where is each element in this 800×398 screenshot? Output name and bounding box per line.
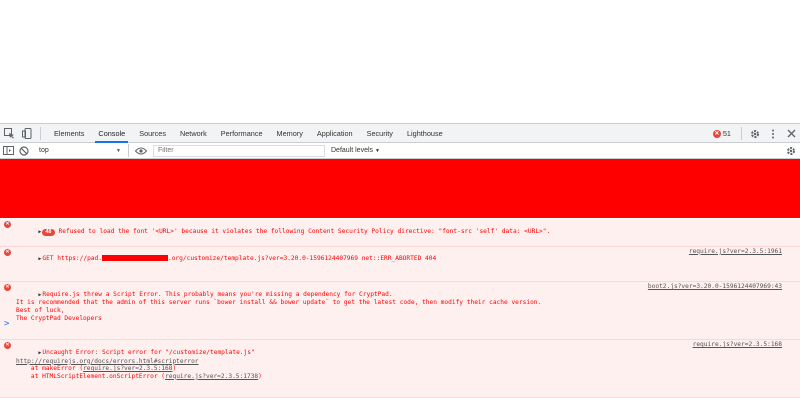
message-line: It is recommended that the admin of this… [16, 299, 542, 307]
tab-performance[interactable]: Performance [214, 124, 270, 143]
redaction-banner [0, 159, 800, 218]
stack-prefix: at HTMLScriptElement.onScriptError ( [16, 372, 166, 380]
tab-lighthouse[interactable]: Lighthouse [400, 124, 450, 143]
console-prompt-chevron-icon[interactable]: > [4, 319, 9, 329]
tab-memory[interactable]: Memory [270, 124, 310, 143]
dropdown-arrow-icon: ▼ [116, 147, 121, 154]
error-icon: ✕ [4, 248, 11, 256]
repeat-count-badge: 48 [42, 228, 55, 236]
devtools-panel: Elements Console Sources Network Perform… [0, 123, 800, 398]
console-message[interactable]: ✕ ▶ 48 Refused to load the font '<URL>' bec… [0, 219, 800, 247]
error-icon: ✕ [4, 221, 11, 228]
page-viewport [0, 0, 800, 123]
message-text: Refused to load the font '<URL>' because… [58, 227, 551, 235]
dropdown-arrow-icon: ▼ [375, 147, 380, 154]
tab-network[interactable]: Network [173, 124, 214, 143]
console-message[interactable]: ✕ ▶GET https://pad. .org/customize/templat… [0, 246, 800, 283]
stack-source-link[interactable]: require.js?ver=2.3.5:1738 [165, 373, 258, 380]
live-expression-eye-icon[interactable] [133, 143, 149, 159]
message-line: Best of luck, [16, 306, 65, 314]
docs-link[interactable]: http://requirejs.org/docs/errors.html#sc… [16, 358, 199, 365]
console-toolbar: top ▼ Default levels ▼ [0, 143, 800, 159]
log-levels-label: Default levels [331, 147, 374, 154]
message-text: GET https://pad. [42, 255, 102, 263]
source-link[interactable]: require.js?ver=2.3.5:168 [693, 341, 782, 349]
message-line: The CryptPad Developers [16, 314, 102, 322]
console-settings-gear-icon[interactable] [786, 143, 796, 159]
tab-security[interactable]: Security [360, 124, 400, 143]
show-sidebar-icon[interactable] [0, 143, 16, 159]
stack-suffix: ) [258, 372, 262, 380]
message-text: .org/customize/template.js?ver=3.20.0-15… [167, 255, 437, 263]
close-devtools-icon[interactable] [782, 125, 800, 143]
clear-console-icon[interactable] [16, 143, 32, 159]
tab-console[interactable]: Console [91, 124, 132, 143]
divider [40, 126, 41, 140]
device-toolbar-icon[interactable] [18, 124, 36, 142]
stack-suffix: ) [172, 365, 177, 373]
console-messages: ✕ ▶ 48 Refused to load the font '<URL>' bec… [0, 219, 800, 398]
context-selector[interactable]: top ▼ [36, 144, 124, 157]
stack-source-link[interactable]: require.js?ver=2.3.5:168 [83, 365, 172, 372]
message-line: Uncaught Error: Script error for "/custo… [42, 348, 255, 356]
settings-gear-icon[interactable] [746, 125, 764, 143]
source-link[interactable]: require.js?ver=2.3.5:1961 [689, 248, 782, 256]
divider [128, 144, 129, 157]
log-levels-dropdown[interactable]: Default levels ▼ [331, 147, 380, 154]
console-message[interactable]: ✕ ▶Require.js threw a Script Error. This … [0, 282, 800, 341]
context-value: top [39, 147, 49, 154]
tabbar-right: ✕ 51 [712, 124, 800, 143]
filter-input[interactable] [153, 144, 325, 157]
more-options-icon[interactable] [764, 125, 782, 143]
tab-application[interactable]: Application [310, 124, 360, 143]
stack-prefix: at makeError ( [16, 365, 84, 373]
error-icon: ✕ [4, 284, 11, 292]
source-link[interactable]: boot2.js?ver=3.20.0-1596124407969:43 [648, 283, 782, 291]
error-icon: ✕ [712, 129, 721, 138]
tab-sources[interactable]: Sources [132, 124, 173, 143]
error-counter[interactable]: ✕ 51 [712, 129, 731, 138]
divider [741, 127, 742, 140]
redacted-block [101, 255, 168, 262]
inspect-element-icon[interactable] [0, 124, 18, 142]
expand-triangle-icon[interactable]: ▶ [38, 229, 41, 235]
error-icon: ✕ [4, 342, 11, 350]
console-message[interactable]: ✕ ▶Uncaught Error: Script error for "/cus… [0, 340, 800, 398]
expand-triangle-icon[interactable]: ▶ [38, 350, 41, 356]
expand-triangle-icon[interactable]: ▶ [38, 292, 41, 298]
message-line: Require.js threw a Script Error. This pr… [42, 290, 393, 298]
expand-triangle-icon[interactable]: ▶ [38, 256, 41, 262]
tab-elements[interactable]: Elements [47, 124, 91, 143]
devtools-tabbar: Elements Console Sources Network Perform… [0, 124, 800, 143]
error-count: 51 [722, 129, 731, 138]
